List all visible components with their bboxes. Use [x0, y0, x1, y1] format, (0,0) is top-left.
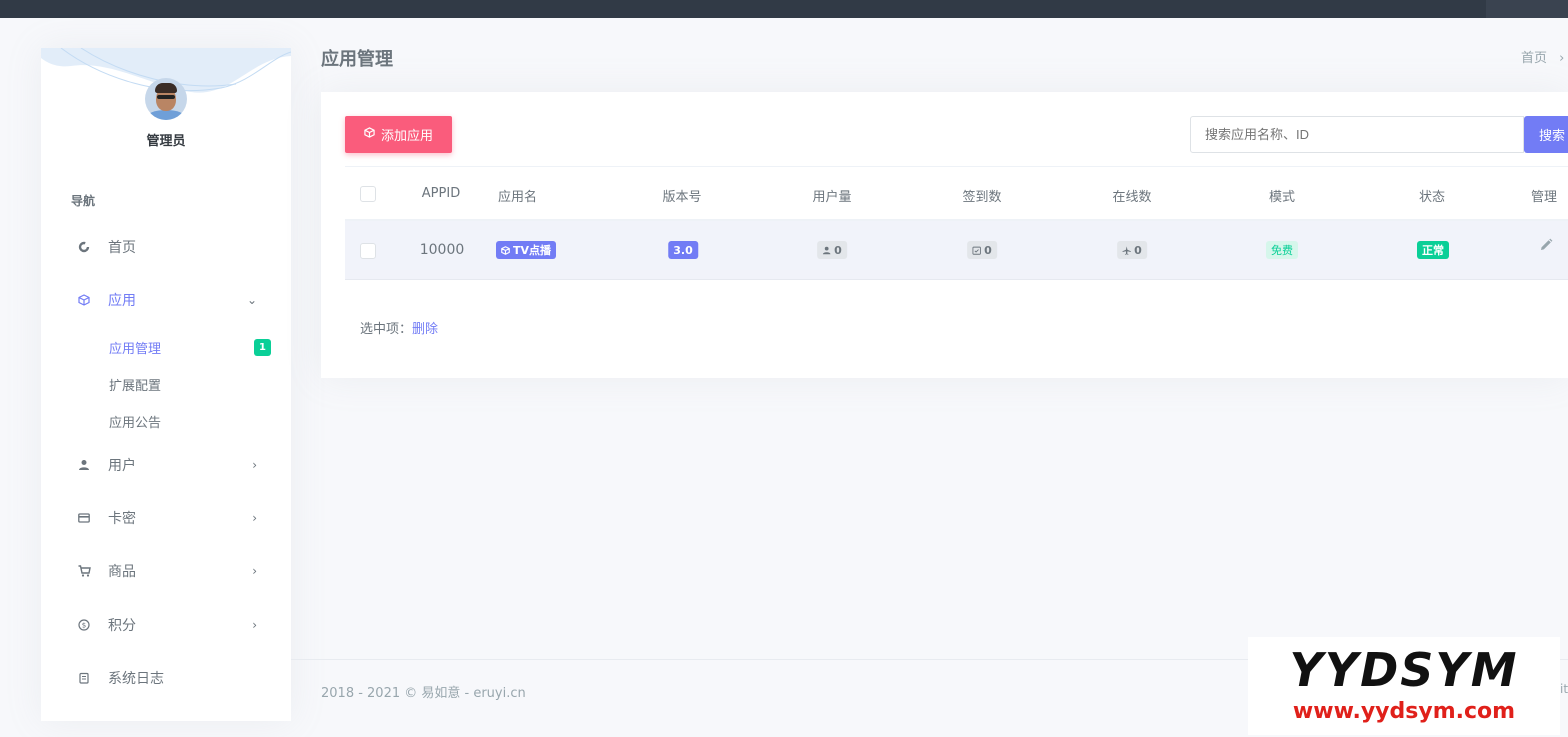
watermark-logo-text: YYDSYM [1289, 643, 1519, 697]
sidebar-item-users[interactable]: 用户 › [41, 450, 291, 480]
log-icon [77, 671, 91, 685]
search-button[interactable]: 搜索 [1524, 116, 1568, 153]
cart-icon [77, 564, 91, 578]
row-checkbox[interactable] [360, 243, 376, 259]
chevron-down-icon: ⌄ [246, 293, 257, 307]
sidebar-item-label: 用户 [108, 458, 136, 474]
row-appid: 10000 [419, 242, 465, 258]
page-title: 应用管理 [321, 49, 393, 70]
app-count-badge: 1 [254, 339, 271, 356]
version-badge: 3.0 [668, 241, 698, 259]
svg-text:$: $ [82, 622, 86, 630]
footer-edge-text: it [1560, 682, 1568, 696]
status-badge: 正常 [1417, 241, 1449, 259]
avatar[interactable] [145, 78, 187, 120]
chevron-right-icon: › [252, 564, 257, 578]
user-icon [77, 458, 91, 472]
breadcrumb-home-link[interactable]: 首页 [1521, 51, 1547, 66]
header-manage: 管理 [1530, 190, 1558, 205]
header-mode: 模式 [1268, 190, 1296, 205]
pencil-icon [1541, 238, 1553, 250]
header-appid: APPID [421, 186, 461, 201]
top-navbar [0, 0, 1568, 18]
header-users: 用户量 [812, 190, 852, 205]
sidebar-item-points[interactable]: $ 积分 › [41, 610, 291, 640]
users-count: 0 [834, 243, 842, 257]
row-status: 正常 [1417, 241, 1449, 259]
chevron-right-icon: › [252, 618, 257, 632]
add-app-label: 添加应用 [380, 129, 433, 144]
header-online: 在线数 [1112, 190, 1152, 205]
topbar-user-area[interactable] [1486, 0, 1568, 18]
card-icon [77, 511, 91, 525]
watermark: YYDSYM www.yydsym.com [1248, 637, 1560, 735]
sidebar-item-label: 商品 [108, 564, 136, 580]
header-signins: 签到数 [962, 190, 1002, 205]
signins-count: 0 [984, 243, 992, 257]
cube-icon [364, 127, 375, 142]
sidebar-subitem-extension-config[interactable]: 扩展配置 [109, 375, 161, 394]
sidebar-item-label: 首页 [108, 240, 136, 256]
breadcrumb-separator: › [1559, 51, 1565, 66]
breadcrumb: 首页 › [1521, 47, 1564, 66]
airplane-icon [1122, 245, 1131, 255]
app-name-badge: TV点播 [496, 241, 557, 259]
row-users: 0 [817, 241, 847, 259]
search-input[interactable] [1190, 116, 1524, 153]
users-badge: 0 [817, 241, 847, 259]
sidebar-item-products[interactable]: 商品 › [41, 556, 291, 586]
row-mode: 免费 [1266, 241, 1298, 259]
sidebar-item-home[interactable]: 首页 [41, 232, 291, 262]
cube-icon [501, 245, 510, 255]
table-row[interactable]: 10000 TV点播 3.0 0 0 0 免费 正常 [345, 221, 1568, 280]
avatar-shirt [147, 110, 185, 120]
cube-icon [77, 293, 91, 307]
row-online: 0 [1117, 241, 1147, 259]
selected-actions-label: 选中项： [360, 322, 413, 337]
row-app-name[interactable]: TV点播 [496, 241, 557, 259]
user-icon [822, 246, 831, 254]
coin-icon: $ [77, 618, 91, 632]
sidebar-item-label: 卡密 [108, 511, 136, 527]
watermark-url: www.yydsym.com [1292, 699, 1516, 724]
sidebar-subitem-app-management[interactable]: 应用管理 [109, 338, 161, 357]
edit-button[interactable] [1539, 238, 1553, 256]
sidebar-item-label: 积分 [108, 618, 136, 634]
signins-badge: 0 [967, 241, 997, 259]
sidebar-item-apps[interactable]: 应用 ⌄ [41, 285, 291, 315]
user-name: 管理员 [146, 134, 186, 149]
add-app-button[interactable]: 添加应用 [345, 116, 452, 153]
online-badge: 0 [1117, 241, 1147, 259]
app-name-text: TV点播 [513, 244, 552, 257]
delete-selected-link[interactable]: 删除 [412, 322, 438, 337]
chevron-right-icon: › [252, 511, 257, 525]
sidebar-item-label: 系统日志 [108, 671, 164, 687]
app-list-card: 添加应用 搜索 APPID 应用名 版本号 用户量 签到数 在线数 模式 状态 … [321, 92, 1568, 378]
header-version: 版本号 [662, 190, 702, 205]
footer-copyright: 2018 - 2021 © 易如意 - eruyi.cn [321, 686, 526, 701]
sidebar-item-cards[interactable]: 卡密 › [41, 503, 291, 533]
calendar-check-icon [972, 246, 981, 255]
nav-section-title: 导航 [71, 194, 96, 208]
row-version: 3.0 [668, 241, 698, 259]
chevron-right-icon: › [252, 458, 257, 472]
table-header: APPID 应用名 版本号 用户量 签到数 在线数 模式 状态 管理 [345, 166, 1568, 221]
header-status: 状态 [1418, 190, 1446, 205]
header-app-name: 应用名 [498, 190, 538, 205]
select-all-checkbox[interactable] [360, 186, 376, 202]
avatar-hair [155, 83, 177, 93]
mode-badge: 免费 [1266, 241, 1298, 259]
avatar-glasses [157, 95, 175, 99]
row-signins: 0 [967, 241, 997, 259]
sidebar-item-label: 应用 [108, 293, 136, 309]
selected-actions: 选中项：删除 [360, 318, 438, 337]
sidebar-subitem-app-notice[interactable]: 应用公告 [109, 412, 161, 431]
sidebar-item-system-log[interactable]: 系统日志 [41, 663, 291, 693]
dashboard-icon [77, 240, 91, 254]
sidebar: 管理员 导航 首页 应用 ⌄ 应用管理 1 扩展配置 应用公告 用户 › 卡密 … [41, 48, 291, 721]
online-count: 0 [1134, 243, 1142, 257]
